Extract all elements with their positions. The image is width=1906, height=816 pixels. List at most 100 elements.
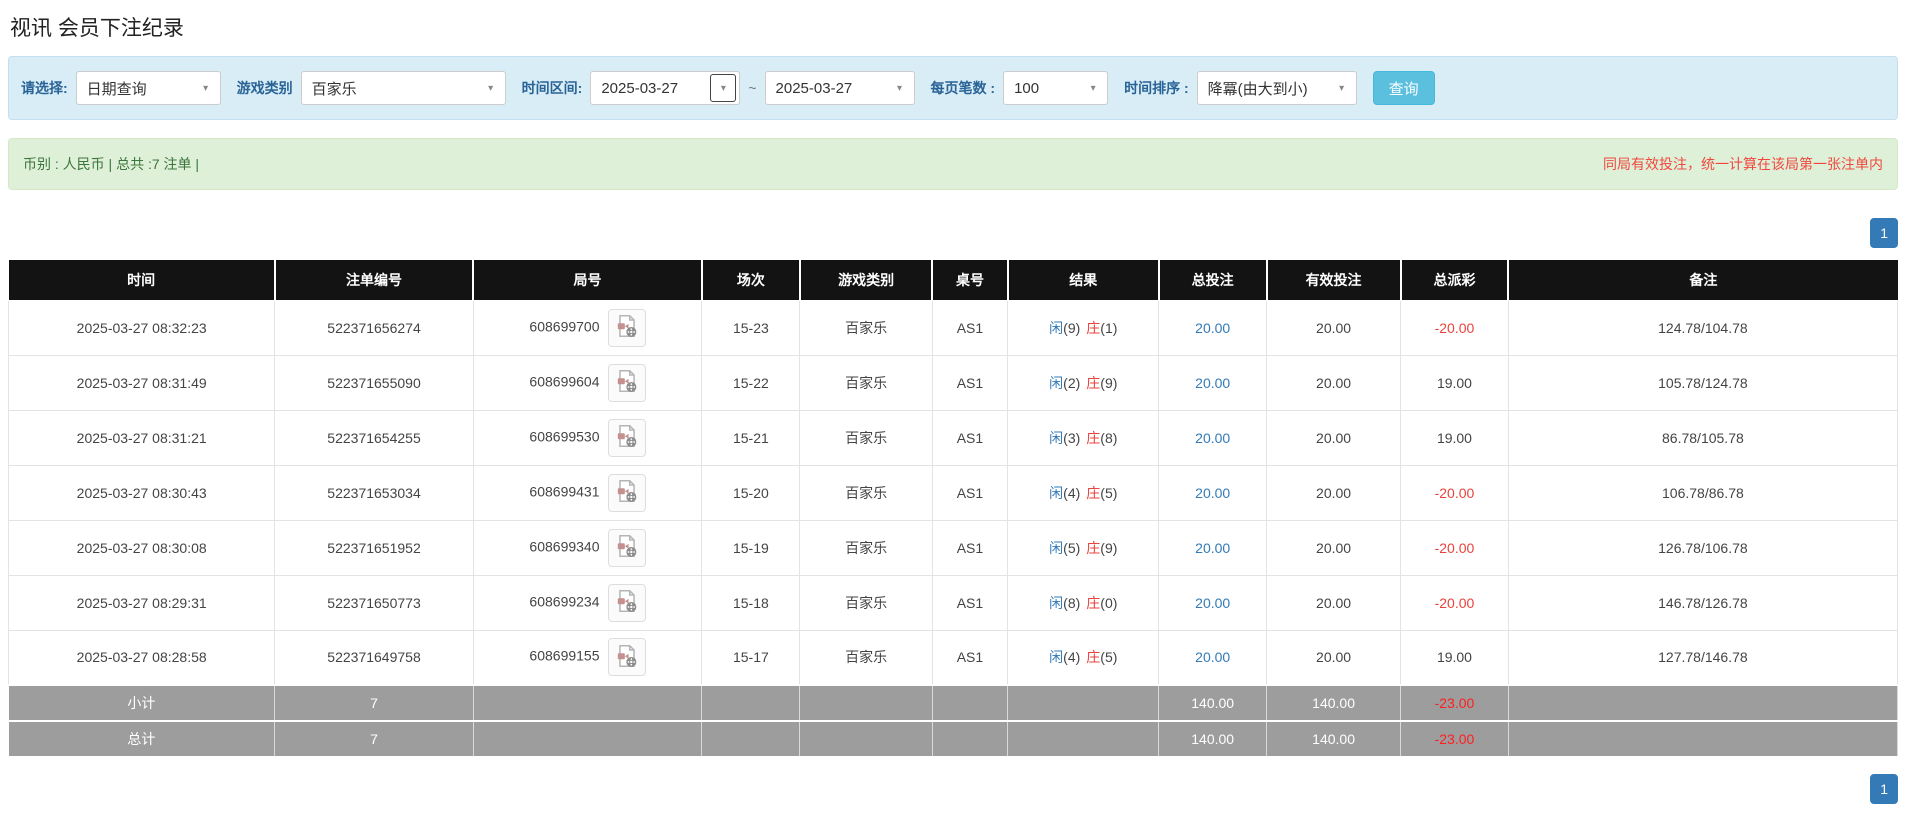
chevron-down-icon: ▾ [710,74,737,102]
total-bet-link[interactable]: 20.00 [1195,649,1230,665]
cell-payout: 19.00 [1400,354,1509,411]
cell-round-id: 608699604 [472,354,703,411]
page-1-button[interactable]: 1 [1870,774,1898,804]
cell-session: 15-18 [701,574,801,631]
cell-remark: 127.78/146.78 [1507,629,1899,686]
cell-bet-id: 522371651952 [274,519,474,576]
video-replay-button[interactable] [607,583,646,622]
video-replay-button[interactable] [607,308,646,347]
result-player-value: (4) [1063,649,1081,666]
table-body: 2025-03-27 08:32:23 522371656274 6086997… [7,299,1899,686]
cell-payout: -20.00 [1400,574,1509,631]
result-banker-value: (1) [1100,319,1118,336]
round-id-text: 608699155 [529,647,600,664]
cell-table-no: AS1 [931,629,1009,686]
total-payout: -23.00 [1400,720,1509,758]
table-row: 2025-03-27 08:28:58 522371649758 6086991… [7,629,1899,686]
cell-valid-bet: 20.00 [1266,354,1402,411]
page-1-button[interactable]: 1 [1870,218,1898,248]
search-button[interactable]: 查询 [1372,71,1435,105]
subtotal-label: 小计 [8,684,276,722]
game-category-select[interactable]: 百家乐 ▾ [300,71,506,105]
cell-game: 百家乐 [799,629,933,686]
cell-result: 闲(4) 庄(5) [1007,464,1160,521]
result-player-value: (9) [1063,319,1081,336]
video-replay-button[interactable] [607,528,646,567]
header-bet-id: 注单编号 [274,260,475,301]
date-to-value: 2025-03-27 [775,79,853,97]
result-banker-value: (8) [1100,429,1118,446]
currency-summary-text: 币别 : 人民币 | 总共 :7 注单 | [23,156,200,172]
cell-payout: 19.00 [1400,409,1509,466]
video-replay-button[interactable] [607,638,646,677]
video-file-icon [614,314,640,342]
video-file-icon [614,369,640,397]
cell-time: 2025-03-27 08:30:43 [7,464,276,521]
page-size-value: 100 [1014,79,1040,97]
table-header-row: 时间 注单编号 局号 场次 游戏类别 桌号 结果 总投注 有效投注 总派彩 备注 [8,260,1898,301]
cell-table-no: AS1 [931,409,1009,466]
cell-round-id: 608699155 [472,629,703,686]
header-round-id: 局号 [473,260,703,301]
result-player-label: 闲 [1049,539,1064,556]
time-sort-select[interactable]: 降冪(由大到小) ▾ [1196,71,1357,105]
query-type-select[interactable]: 日期查询 ▾ [75,71,221,105]
total-bet-link[interactable]: 20.00 [1195,485,1230,501]
cell-table-no: AS1 [931,574,1009,631]
header-time: 时间 [8,260,276,301]
subtotal-valid-bet: 140.00 [1266,684,1402,722]
result-player-value: (3) [1063,429,1081,446]
cell-round-id: 608699431 [472,464,703,521]
round-id-text: 608699700 [529,318,600,335]
video-file-icon [614,589,640,617]
cell-valid-bet: 20.00 [1266,574,1402,631]
pagination-bottom: 1 [8,774,1898,804]
cell-bet-id: 522371653034 [274,464,474,521]
result-player-label: 闲 [1049,319,1064,336]
pagination-top: 1 [8,218,1898,248]
time-sort-label: 时间排序 : [1124,80,1189,96]
page-size-select[interactable]: 100 ▾ [1003,71,1109,105]
table-summary: 小计 7 140.00 140.00 -23.00 总计 7 140.00 14… [8,684,1899,758]
cell-payout: -20.00 [1400,519,1509,576]
cell-remark: 126.78/106.78 [1507,519,1899,576]
video-file-icon [614,479,640,507]
result-banker-label: 庄 [1086,429,1101,446]
cell-remark: 124.78/104.78 [1507,299,1899,356]
cell-remark: 105.78/124.78 [1507,354,1899,411]
header-result: 结果 [1007,260,1160,301]
date-from-select[interactable]: 2025-03-27 ▾ [590,71,741,105]
game-category-label: 游戏类别 [236,80,293,96]
total-bet-link[interactable]: 20.00 [1195,320,1230,336]
total-bet-link[interactable]: 20.00 [1195,595,1230,611]
date-to-select[interactable]: 2025-03-27 ▾ [764,71,915,105]
total-bet-link[interactable]: 20.00 [1195,430,1230,446]
video-file-icon [614,644,640,672]
table-row: 2025-03-27 08:31:21 522371654255 6086995… [7,409,1899,466]
video-replay-button[interactable] [607,418,646,457]
cell-session: 15-22 [701,354,801,411]
cell-time: 2025-03-27 08:31:21 [7,409,276,466]
cell-time: 2025-03-27 08:31:49 [7,354,276,411]
table-row: 2025-03-27 08:32:23 522371656274 6086997… [7,299,1899,356]
result-banker-label: 庄 [1086,374,1101,391]
result-player-label: 闲 [1049,649,1064,666]
chevron-down-icon: ▾ [897,82,903,94]
page-title: 视讯 会员下注纪录 [10,17,184,40]
total-bet-link[interactable]: 20.00 [1195,375,1230,391]
header-game: 游戏类别 [799,260,934,301]
header-remark: 备注 [1508,260,1898,301]
video-replay-button[interactable] [607,363,646,402]
video-replay-button[interactable] [607,473,646,512]
cell-total-bet: 20.00 [1158,629,1268,686]
cell-result: 闲(8) 庄(0) [1007,574,1160,631]
result-player-label: 闲 [1049,429,1064,446]
cell-time: 2025-03-27 08:28:58 [7,629,276,686]
cell-bet-id: 522371649758 [274,629,474,686]
cell-session: 15-21 [701,409,801,466]
result-banker-value: (0) [1100,594,1118,611]
total-bet-link[interactable]: 20.00 [1195,540,1230,556]
chevron-down-icon: ▾ [488,82,494,94]
cell-valid-bet: 20.00 [1266,519,1402,576]
subtotal-total-bet: 140.00 [1158,684,1268,722]
